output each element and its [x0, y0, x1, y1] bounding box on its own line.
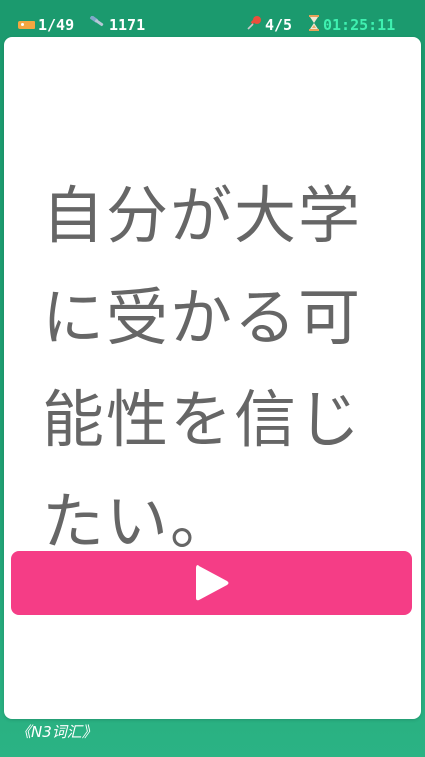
play-audio-button[interactable] [11, 551, 412, 615]
timer-value: 01:25:11 [323, 16, 396, 34]
hourglass-icon [308, 15, 320, 35]
progress-counter: 4/5 [246, 16, 292, 34]
pin-icon [246, 15, 262, 35]
progress-value: 4/5 [265, 16, 293, 34]
timer: 01:25:11 [308, 15, 396, 35]
deck-name: 《N3词汇》 [16, 723, 97, 741]
score-value: 1171 [109, 16, 146, 34]
hammer-icon [88, 15, 106, 34]
score-counter: 1171 [88, 15, 146, 34]
card-counter-value: 1/49 [38, 16, 75, 34]
card-counter: 1/49 [18, 16, 74, 34]
flashcard: 自分が大学に受かる可能性を信じたい。 [4, 37, 421, 719]
example-sentence: 自分が大学に受かる可能性を信じたい。 [42, 179, 363, 558]
tag-icon [18, 21, 35, 29]
status-bar: 1/49 1171 4/5 01:25:11 [0, 0, 425, 36]
play-icon [195, 565, 228, 601]
